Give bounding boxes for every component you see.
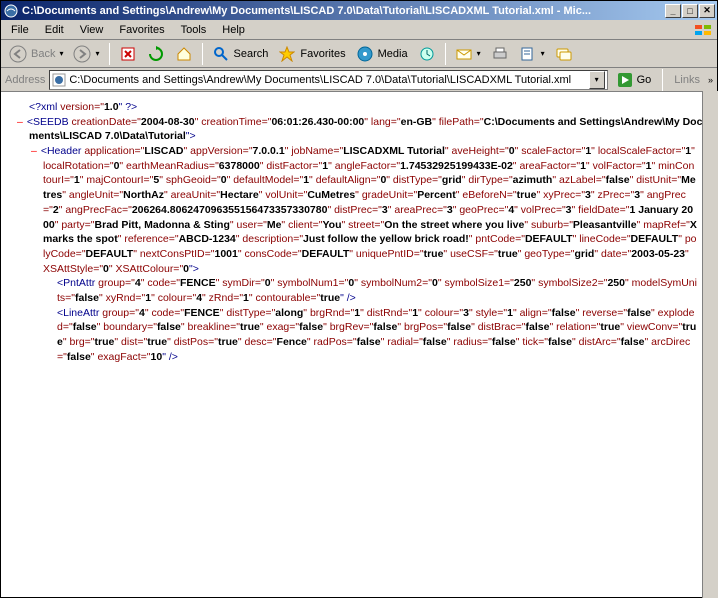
close-button[interactable]: ✕ xyxy=(699,4,715,18)
go-label: Go xyxy=(637,74,652,86)
stop-icon xyxy=(119,45,137,63)
windows-logo xyxy=(691,21,715,39)
media-icon xyxy=(356,45,374,63)
xml-content: <?xml version="1.0" ?> –<SEEDB creationD… xyxy=(1,92,717,597)
go-button[interactable]: Go xyxy=(612,70,656,90)
collapse-toggle[interactable]: – xyxy=(31,145,37,157)
seedb-element: –<SEEDB creationDate="2004-08-30" creati… xyxy=(1,115,717,144)
header-element: –<Header application="LISCAD" appVersion… xyxy=(1,144,717,276)
dropdown-icon: ▾ xyxy=(477,49,481,58)
refresh-icon xyxy=(147,45,165,63)
dropdown-icon: ▾ xyxy=(95,49,99,58)
edit-button[interactable]: ▾ xyxy=(515,43,549,65)
minimize-button[interactable]: _ xyxy=(665,4,681,18)
media-button[interactable]: Media xyxy=(352,43,412,65)
back-label: Back xyxy=(31,48,55,60)
separator xyxy=(202,43,203,65)
toolbar: Back ▾ ▾ Search Favorites Media ▾ ▾ xyxy=(1,40,717,68)
dropdown-icon: ▾ xyxy=(541,49,545,58)
xml-declaration: <?xml version="1.0" ?> xyxy=(1,100,717,115)
collapse-toggle[interactable]: – xyxy=(17,116,23,128)
address-value: C:\Documents and Settings\Andrew\My Docu… xyxy=(69,74,585,86)
print-icon xyxy=(491,45,509,63)
separator xyxy=(445,43,446,65)
mail-icon xyxy=(455,45,473,63)
go-icon xyxy=(616,71,634,89)
search-button[interactable]: Search xyxy=(208,43,273,65)
refresh-button[interactable] xyxy=(143,43,169,65)
favorites-label: Favorites xyxy=(300,48,345,60)
home-icon xyxy=(175,45,193,63)
star-icon xyxy=(278,45,296,63)
lineattr-element: <LineAttr group="4" code="FENCE" distTyp… xyxy=(1,306,717,365)
address-input[interactable]: C:\Documents and Settings\Andrew\My Docu… xyxy=(49,70,607,90)
menu-file[interactable]: File xyxy=(3,22,37,38)
address-dropdown[interactable]: ▾ xyxy=(589,71,605,89)
menu-favorites[interactable]: Favorites xyxy=(111,22,172,38)
maximize-button[interactable]: □ xyxy=(682,4,698,18)
links-label[interactable]: Links xyxy=(670,74,704,86)
forward-icon xyxy=(73,45,91,63)
media-label: Media xyxy=(378,48,408,60)
discuss-button[interactable] xyxy=(551,43,577,65)
separator xyxy=(662,69,663,91)
vertical-scrollbar[interactable] xyxy=(702,91,718,598)
mail-button[interactable]: ▾ xyxy=(451,43,485,65)
address-bar: Address C:\Documents and Settings\Andrew… xyxy=(1,68,717,92)
favorites-button[interactable]: Favorites xyxy=(274,43,349,65)
menu-view[interactable]: View xyxy=(72,22,112,38)
home-button[interactable] xyxy=(171,43,197,65)
ie-page-icon xyxy=(52,73,66,87)
address-label: Address xyxy=(5,74,45,86)
titlebar: C:\Documents and Settings\Andrew\My Docu… xyxy=(1,1,717,20)
stop-button[interactable] xyxy=(115,43,141,65)
search-label: Search xyxy=(234,48,269,60)
menubar: File Edit View Favorites Tools Help xyxy=(1,20,717,40)
dropdown-icon: ▾ xyxy=(59,49,63,58)
pntattr-element: <PntAttr group="4" code="FENCE" symDir="… xyxy=(1,276,717,305)
ie-icon xyxy=(3,3,19,19)
menu-tools[interactable]: Tools xyxy=(173,22,215,38)
forward-button[interactable]: ▾ xyxy=(69,43,103,65)
history-button[interactable] xyxy=(414,43,440,65)
window-title: C:\Documents and Settings\Andrew\My Docu… xyxy=(22,5,665,17)
menu-edit[interactable]: Edit xyxy=(37,22,72,38)
separator xyxy=(109,43,110,65)
menu-help[interactable]: Help xyxy=(214,22,253,38)
back-button[interactable]: Back ▾ xyxy=(5,43,67,65)
discuss-icon xyxy=(555,45,573,63)
back-icon xyxy=(9,45,27,63)
print-button[interactable] xyxy=(487,43,513,65)
search-icon xyxy=(212,45,230,63)
edit-icon xyxy=(519,45,537,63)
history-icon xyxy=(418,45,436,63)
